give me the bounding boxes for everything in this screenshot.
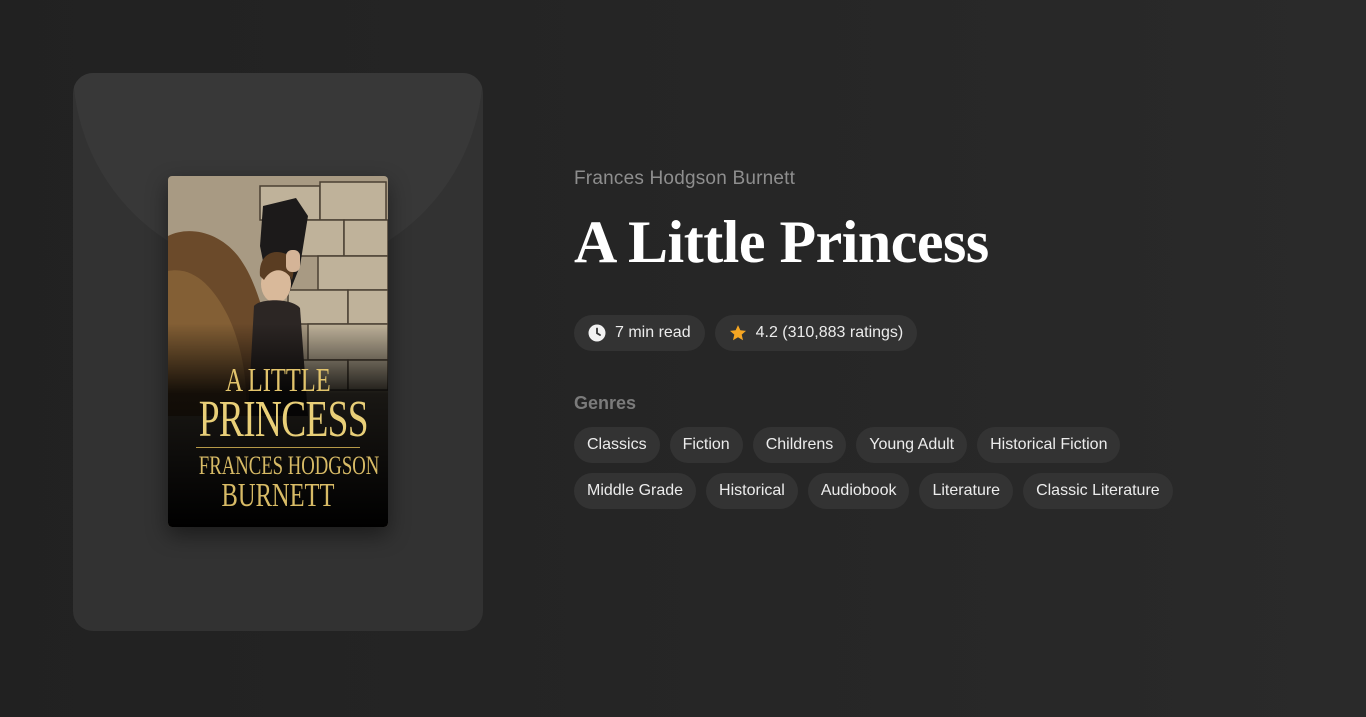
meta-row: 7 min read 4.2 (310,883 ratings) (574, 315, 1294, 351)
genre-chip[interactable]: Middle Grade (574, 473, 697, 509)
genre-chip[interactable]: Historical Fiction (977, 427, 1121, 463)
clock-icon (588, 324, 606, 342)
star-icon (729, 324, 747, 342)
genres-heading: Genres (574, 393, 637, 413)
book-title: A Little Princess (574, 209, 989, 275)
read-time-text: 7 min read (615, 324, 691, 341)
genres-list: Classics Fiction Childrens Young Adult Histo… (574, 427, 1214, 509)
genre-chip[interactable]: Literature (919, 473, 1014, 509)
book-cover-image[interactable]: A LITTLE PRINCESS FRANCES HODGSON BURNET… (168, 176, 388, 527)
genre-chip[interactable]: Audiobook (807, 473, 910, 509)
genre-chip[interactable]: Young Adult (856, 427, 968, 463)
cover-author-line2: BURNETT (221, 477, 335, 514)
genre-chip[interactable]: Childrens (752, 427, 847, 463)
book-info: Frances Hodgson Burnett A Little Princes… (574, 165, 1294, 509)
cover-card: A LITTLE PRINCESS FRANCES HODGSON BURNET… (73, 73, 483, 631)
cover-divider (196, 447, 360, 448)
genre-chip[interactable]: Historical (706, 473, 798, 509)
book-detail-page: A LITTLE PRINCESS FRANCES HODGSON BURNET… (0, 0, 1366, 717)
cover-title-line2: PRINCESS (198, 391, 369, 448)
genre-chip[interactable]: Classics (574, 427, 660, 463)
genre-chip[interactable]: Fiction (669, 427, 743, 463)
author-name[interactable]: Frances Hodgson Burnett (574, 165, 1294, 193)
read-time-pill: 7 min read (574, 315, 705, 351)
genre-chip[interactable]: Classic Literature (1023, 473, 1173, 509)
rating-pill: 4.2 (310,883 ratings) (714, 315, 918, 351)
rating-text: 4.2 (310,883 ratings) (755, 324, 904, 341)
